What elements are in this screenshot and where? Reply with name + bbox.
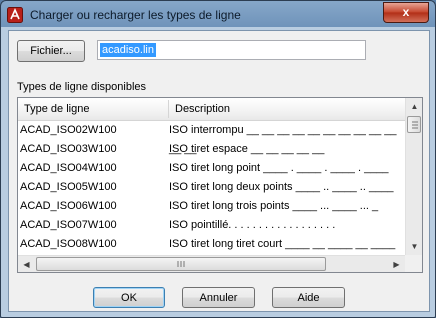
window-title: Charger ou recharger les types de ligne	[30, 8, 241, 22]
scroll-down-arrow-icon[interactable]: ▼	[406, 238, 422, 255]
horizontal-scroll-thumb[interactable]	[36, 257, 326, 271]
list-header: Type de ligne Description	[18, 98, 405, 121]
linetype-description: ISO tiret espace __ __ __ __ __	[169, 143, 325, 155]
file-name-field[interactable]: acadiso.lin	[97, 40, 366, 60]
close-icon: x	[402, 5, 410, 19]
grip-icon	[177, 261, 185, 267]
autocad-app-icon	[7, 7, 23, 23]
linetype-name: ACAD_ISO02W100	[20, 124, 117, 136]
list-item[interactable]: ACAD_ISO07W100 ISO pointillé. . . . . . .…	[18, 216, 405, 235]
scroll-right-arrow-icon[interactable]: ▶	[388, 256, 405, 272]
list-item[interactable]: ACAD_ISO05W100 ISO tiret long deux points…	[18, 178, 405, 197]
list-item[interactable]: ACAD_ISO02W100 ISO interrompu __ __ __ __…	[18, 121, 405, 155]
help-button[interactable]: Aide	[272, 287, 345, 308]
linetype-description: ISO pointillé. . . . . . . . . . . . . .…	[169, 219, 336, 231]
list-item[interactable]: ACAD_ISO08W100 ISO tiret long tiret court…	[18, 235, 405, 254]
linetype-name: ACAD_ISO05W100	[20, 181, 117, 193]
list-item[interactable]: ACAD_ISO03W100 ISO tiret espace __ __ __ …	[18, 140, 405, 159]
vertical-scroll-thumb[interactable]	[407, 116, 421, 133]
linetype-description: ISO tiret long deux points ____ .. ____ …	[169, 181, 394, 193]
linetype-name: ACAD_ISO03W100	[20, 143, 117, 155]
scroll-left-arrow-icon[interactable]: ◀	[18, 256, 35, 272]
dialog-window: Charger ou recharger les types de ligne …	[0, 0, 436, 318]
linetype-description: ISO tiret long tiret court ____ __ ____ …	[169, 238, 396, 250]
linetype-description: ISO tiret long trois points ____ ... ___…	[169, 200, 379, 212]
list-item[interactable]: ACAD_ISO04W100 ISO tiret long point ____ …	[18, 159, 405, 178]
scroll-up-arrow-icon[interactable]: ▲	[406, 98, 422, 115]
title-bar[interactable]: Charger ou recharger les types de ligne …	[1, 1, 435, 29]
linetype-list[interactable]: Type de ligne Description ACAD_ISO02W100…	[17, 97, 423, 273]
close-button[interactable]: x	[383, 2, 429, 23]
cancel-button[interactable]: Annuler	[182, 287, 255, 308]
available-linetypes-label: Types de ligne disponibles	[17, 81, 147, 93]
column-header-description[interactable]: Description	[169, 98, 405, 120]
list-item[interactable]: ACAD_ISO06W100 ISO tiret long trois point…	[18, 197, 405, 216]
file-browse-button[interactable]: Fichier...	[17, 40, 85, 62]
linetype-name: ACAD_ISO06W100	[20, 200, 117, 212]
linetype-description: ISO tiret long point ____ . ____ . ____ …	[169, 162, 389, 174]
linetype-name: ACAD_ISO04W100	[20, 162, 117, 174]
grip-icon	[412, 121, 418, 129]
horizontal-scrollbar[interactable]: ◀ ▶	[18, 255, 405, 272]
scrollbar-corner	[405, 255, 422, 272]
column-header-linetype[interactable]: Type de ligne	[18, 98, 168, 120]
linetype-name: ACAD_ISO07W100	[20, 219, 117, 231]
ok-button[interactable]: OK	[93, 287, 165, 308]
vertical-scrollbar[interactable]: ▲ ▼	[405, 98, 422, 255]
file-name-value: acadiso.lin	[100, 43, 156, 57]
dialog-client-area: Fichier... acadiso.lin Types de ligne di…	[8, 30, 430, 312]
linetype-name: ACAD_ISO08W100	[20, 238, 117, 250]
